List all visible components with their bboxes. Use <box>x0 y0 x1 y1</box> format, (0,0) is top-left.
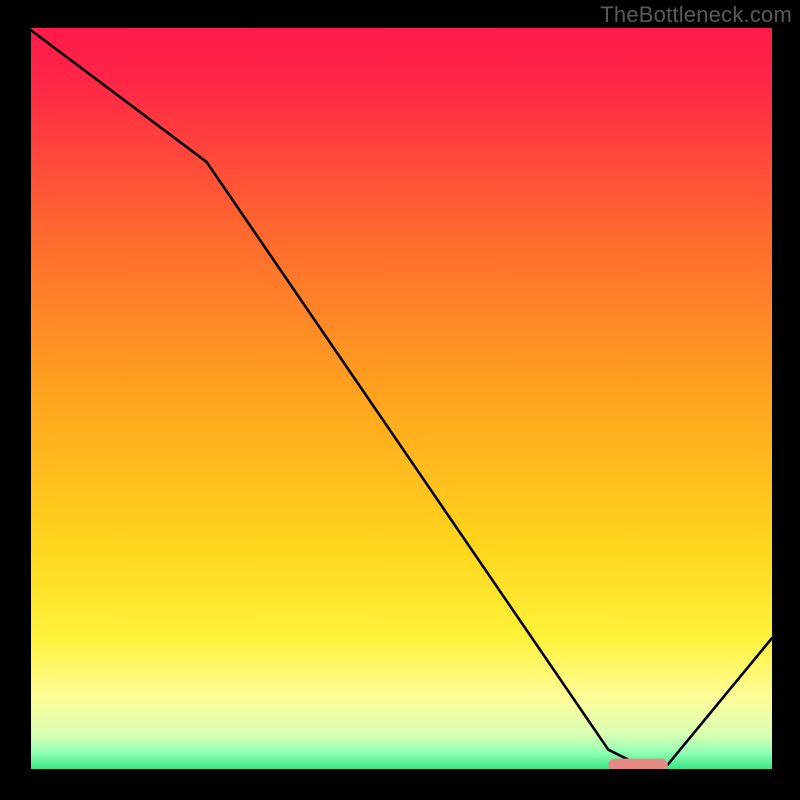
chart-container: TheBottleneck.com <box>0 0 800 800</box>
plot-area <box>28 28 772 772</box>
bottleneck-curve <box>28 28 772 765</box>
optimal-marker <box>608 759 668 771</box>
chart-svg <box>28 28 772 772</box>
watermark-text: TheBottleneck.com <box>600 2 792 28</box>
